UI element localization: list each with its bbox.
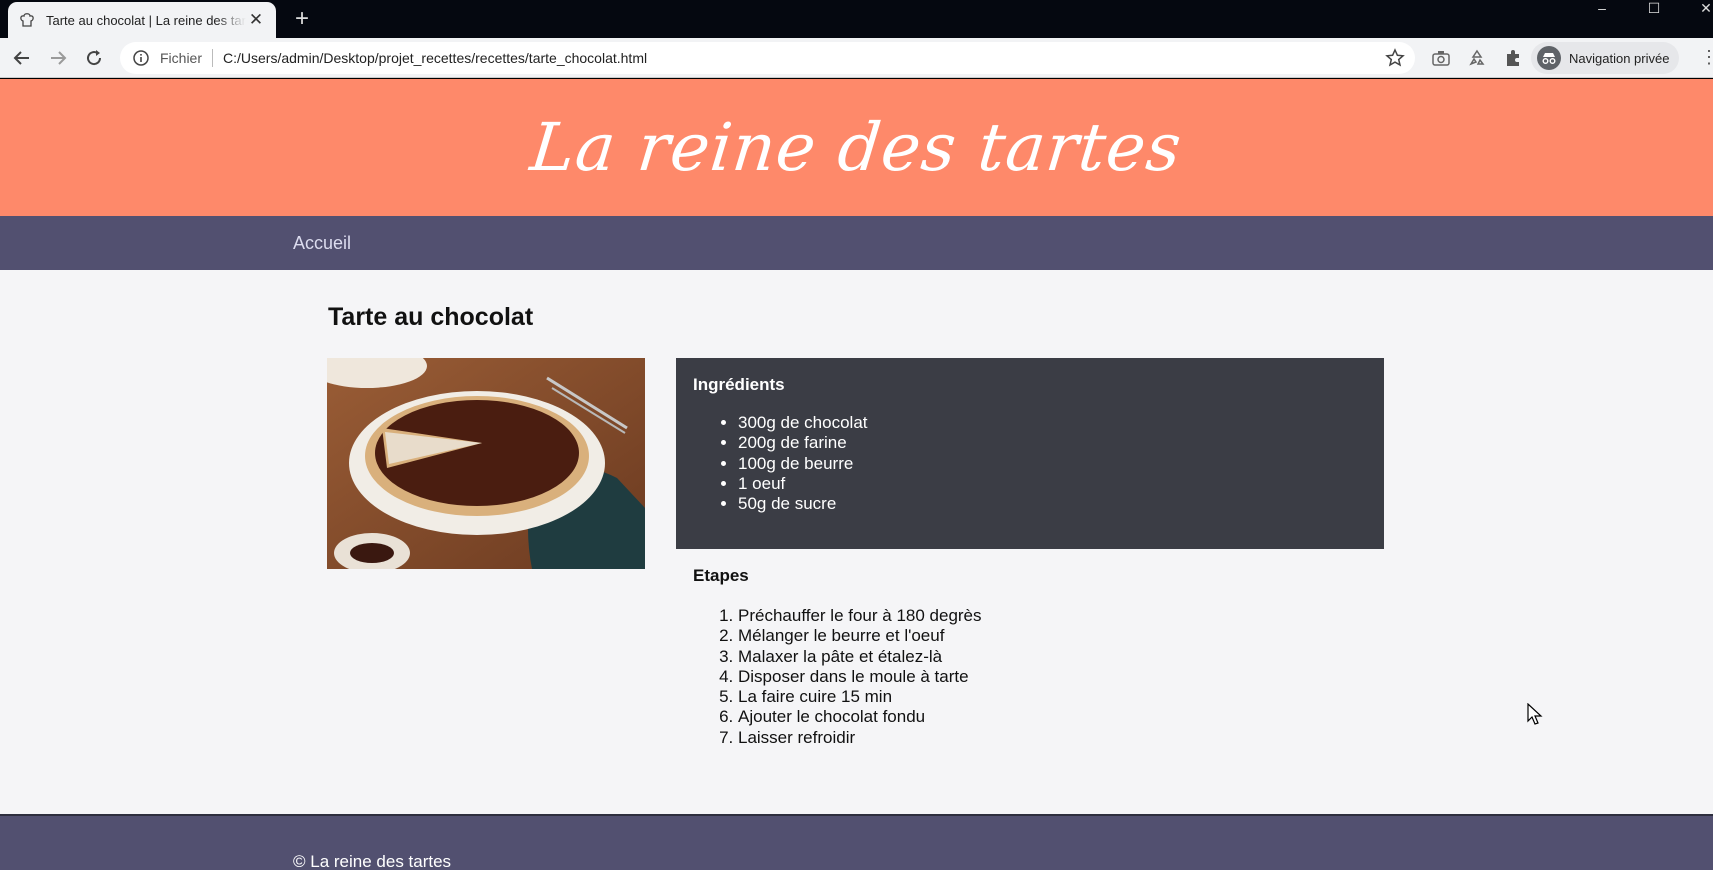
ingredient-item: 200g de farine bbox=[738, 433, 1367, 453]
url-text[interactable]: C:/Users/admin/Desktop/projet_recettes/r… bbox=[223, 50, 647, 66]
step-item: Disposer dans le moule à tarte bbox=[738, 667, 982, 687]
page-viewport: La reine des tartes Accueil Tarte au cho… bbox=[0, 79, 1713, 870]
ingredient-item: 50g de sucre bbox=[738, 494, 1367, 514]
page-title: Tarte au chocolat bbox=[328, 303, 534, 331]
browser-tab[interactable]: Tarte au chocolat | La reine des tartes … bbox=[8, 2, 276, 38]
new-tab-button[interactable]: + bbox=[290, 5, 314, 33]
steps-list: Préchauffer le four à 180 degrès Mélange… bbox=[693, 606, 982, 748]
url-separator bbox=[212, 49, 214, 67]
steps-heading: Etapes bbox=[693, 566, 749, 585]
url-scheme-label: Fichier bbox=[160, 50, 203, 66]
footer-copyright: © La reine des tartes bbox=[293, 852, 452, 870]
ingredients-list: 300g de chocolat 200g de farine 100g de … bbox=[693, 413, 1367, 514]
bookmark-star-icon[interactable] bbox=[1385, 48, 1405, 68]
browser-tabstrip: Tarte au chocolat | La reine des tartes … bbox=[0, 0, 1713, 38]
browser-menu-icon[interactable]: ⋮ bbox=[1700, 47, 1713, 68]
nav-link-home[interactable]: Accueil bbox=[293, 233, 351, 254]
steps-section: Etapes Préchauffer le four à 180 degrès … bbox=[693, 566, 982, 748]
step-item: Mélanger le beurre et l'oeuf bbox=[738, 626, 982, 646]
info-icon[interactable] bbox=[132, 49, 150, 67]
step-item: Laisser refroidir bbox=[738, 728, 982, 748]
recipe-content: Tarte au chocolat Ingrédients • 300g de … bbox=[0, 270, 1713, 815]
tab-title: Tarte au chocolat | La reine des tartes bbox=[46, 12, 246, 28]
extensions-puzzle-icon[interactable] bbox=[1503, 48, 1523, 68]
browser-toolbar: Fichier C:/Users/admin/Desktop/projet_re… bbox=[0, 38, 1713, 78]
forward-arrow-icon[interactable] bbox=[46, 46, 70, 70]
site-footer: © La reine des tartes bbox=[0, 814, 1713, 870]
back-arrow-icon[interactable] bbox=[10, 46, 34, 70]
site-logo: La reine des tartes bbox=[527, 109, 1186, 186]
main-nav: Accueil bbox=[0, 216, 1713, 270]
step-item: Préchauffer le four à 180 degrès bbox=[738, 606, 982, 626]
incognito-icon bbox=[1537, 46, 1561, 70]
step-item: La faire cuire 15 min bbox=[738, 687, 982, 707]
mouse-cursor-icon bbox=[1527, 703, 1543, 725]
ingredient-item: 100g de beurre bbox=[738, 454, 1367, 474]
ingredient-item: 300g de chocolat bbox=[738, 413, 1367, 433]
site-header: La reine des tartes bbox=[0, 79, 1713, 216]
tab-close-icon[interactable]: ✕ bbox=[246, 10, 266, 30]
incognito-label: Navigation privée bbox=[1569, 50, 1670, 66]
ingredients-panel: Ingrédients 300g de chocolat 200g de far… bbox=[676, 358, 1384, 549]
maximize-icon[interactable]: ☐ bbox=[1640, 0, 1668, 16]
step-item: Malaxer la pâte et étalez-là bbox=[738, 647, 982, 667]
step-item: Ajouter le chocolat fondu bbox=[738, 707, 982, 727]
incognito-profile-button[interactable]: Navigation privée bbox=[1531, 42, 1680, 74]
ingredient-item: 1 oeuf bbox=[738, 474, 1367, 494]
camera-icon[interactable] bbox=[1431, 48, 1451, 68]
reload-icon[interactable] bbox=[82, 46, 106, 70]
window-close-icon[interactable]: ✕ bbox=[1692, 0, 1713, 16]
minimize-icon[interactable]: – bbox=[1588, 0, 1616, 16]
recipe-photo bbox=[327, 358, 645, 569]
address-bar[interactable]: Fichier C:/Users/admin/Desktop/projet_re… bbox=[120, 42, 1415, 74]
chef-hat-icon bbox=[18, 11, 36, 29]
ingredients-heading: Ingrédients bbox=[693, 375, 785, 394]
recycle-icon[interactable] bbox=[1467, 48, 1487, 68]
